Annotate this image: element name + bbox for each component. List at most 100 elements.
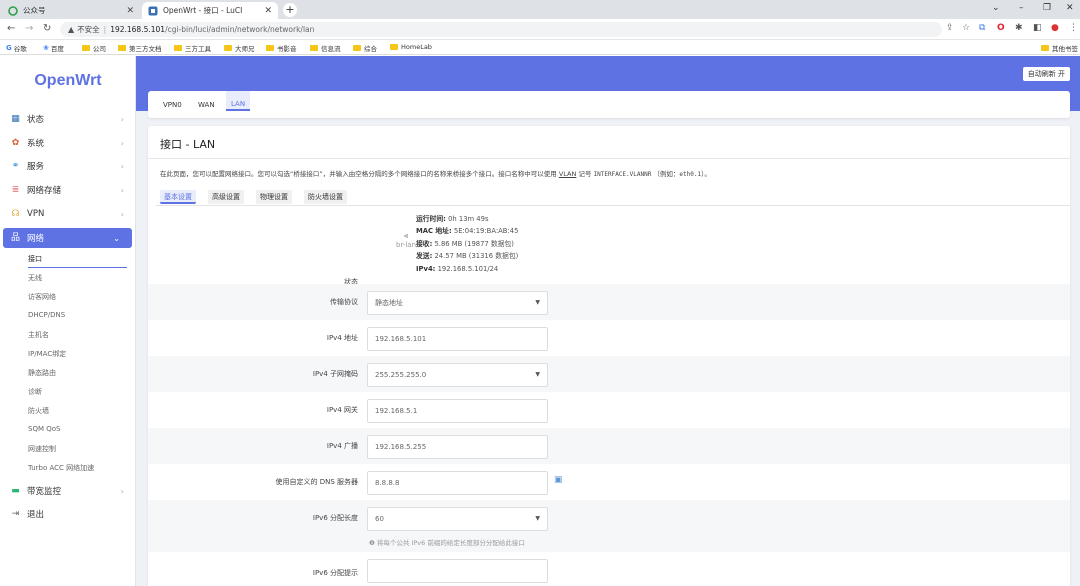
wechat-icon (8, 5, 18, 16)
openwrt-icon (148, 6, 158, 15)
minimize-icon[interactable]: – (1019, 3, 1024, 13)
sidebar-subitem-guest[interactable]: 访客网络 (28, 292, 56, 302)
sidebar-subitem-sqm[interactable]: SQM QoS (28, 425, 60, 433)
protocol-select[interactable]: 静态地址 ▼ (367, 291, 548, 315)
menu-icon[interactable]: ⋮ (1069, 23, 1078, 33)
sidebar-subitem-speedlimit[interactable]: 网速控制 (28, 444, 56, 454)
field-row-broadcast: IPv4 广播 192.168.5.255 (148, 428, 1070, 464)
sidebar-subitem-turboacc[interactable]: Turbo ACC 网络加速 (28, 463, 94, 473)
sidebar-subitem-ipmac[interactable]: IP/MAC绑定 (28, 349, 66, 359)
logo[interactable]: OpenWrt (0, 72, 136, 90)
sidebar-subitem-interfaces[interactable]: 接口 (28, 254, 42, 264)
browser-tab-openwrt[interactable]: OpenWrt - 接口 - LuCI ✕ (142, 2, 278, 19)
sidebar-item-system[interactable]: ✿ 系统 › (0, 133, 136, 153)
sidebar-subitem-hostnames[interactable]: 主机名 (28, 330, 49, 340)
back-icon[interactable]: ← (7, 23, 15, 34)
reload-icon[interactable]: ↻ (43, 23, 51, 34)
close-icon[interactable]: ✕ (126, 6, 134, 16)
sidebar-item-vpn[interactable]: ☊ VPN › (0, 204, 136, 224)
bookmark-folder[interactable]: 大师兄 (224, 43, 255, 53)
close-window-icon[interactable]: ✕ (1066, 3, 1074, 13)
auto-refresh-button[interactable]: 自动刷新 开 (1022, 67, 1070, 81)
url-field[interactable]: ▲ 不安全 | 192.168.5.101 /cgi-bin/luci/admi… (60, 22, 942, 37)
field-row-protocol: 传输协议 静态地址 ▼ (148, 284, 1070, 320)
field-row-ipv6-hint: IPv6 分配提示 (148, 556, 1070, 586)
broadcast-input[interactable]: 192.168.5.255 (367, 435, 548, 459)
sidebar-item-logout[interactable]: ⇥ 退出 (0, 504, 136, 524)
bookmark-google[interactable]: G 谷歌 (6, 43, 27, 53)
ipv4-value: 192.168.5.101/24 (437, 264, 499, 273)
ipv6-assign-select[interactable]: 60 ▼ (367, 507, 548, 531)
tab-advanced[interactable]: 高级设置 (208, 190, 244, 204)
caret-down-icon: ▼ (535, 299, 540, 306)
new-tab-button[interactable]: + (283, 3, 297, 17)
browser-tabstrip: 公众号 ✕ OpenWrt - 接口 - LuCI ✕ + ⌄ – ❐ ✕ (0, 0, 1080, 19)
sidepanel-icon[interactable]: ◧ (1033, 23, 1042, 33)
sidebar-item-services[interactable]: ⚭ 服务 › (0, 156, 136, 176)
bookmark-folder[interactable]: 公司 (82, 43, 106, 53)
field-row-ipv4-address: IPv4 地址 192.168.5.101 (148, 320, 1070, 356)
bookmark-label: 信息流 (321, 45, 341, 53)
bookmark-folder[interactable]: 书影音 (266, 43, 297, 53)
restore-icon[interactable]: ❐ (1043, 3, 1051, 13)
bandwidth-icon: ▬ (11, 485, 20, 496)
dns-input[interactable]: 8.8.8.8 (367, 471, 548, 495)
uptime-label: 运行时间: (416, 215, 446, 223)
bookmark-label: 大师兄 (235, 45, 255, 53)
mac-value: 5E:04:19:BA:AB:45 (453, 227, 519, 236)
folder-icon (390, 44, 398, 50)
chevron-right-icon: › (120, 185, 124, 195)
sidebar-subitem-firewall[interactable]: 防火墙 (28, 406, 49, 416)
chevron-down-icon: ⌄ (113, 233, 120, 243)
chevron-right-icon: › (120, 138, 124, 148)
browser-tab-wechat[interactable]: 公众号 ✕ (2, 2, 140, 19)
extensions-icon[interactable]: ✱ (1015, 23, 1023, 33)
folder-icon (353, 45, 361, 51)
sidebar-item-bandwidth[interactable]: ▬ 带宽监控 › (0, 481, 136, 501)
field-value: 静态地址 (375, 299, 403, 307)
sidebar-subitem-dhcp[interactable]: DHCP/DNS (28, 311, 65, 319)
bookmark-folder[interactable]: 信息流 (310, 43, 341, 53)
device-name: br-lan (395, 241, 417, 249)
bookmark-folder[interactable]: HomeLab (390, 43, 432, 51)
tab-physical[interactable]: 物理设置 (256, 190, 292, 204)
gateway-input[interactable]: 192.168.5.1 (367, 399, 548, 423)
ipv6-hint-input[interactable] (367, 559, 548, 583)
opera-icon[interactable]: O (997, 23, 1005, 33)
tab-vpn0[interactable]: VPN0 (163, 101, 182, 109)
tab-firewall[interactable]: 防火墙设置 (304, 190, 347, 204)
sidebar-subitem-wireless[interactable]: 无线 (28, 273, 42, 283)
sidebar-item-network[interactable]: 品 网络 ⌄ (3, 228, 132, 248)
ipv6-hint: ❷ 将每个公共 IPv6 前缀的给定长度部分分配给此接口 (369, 539, 525, 547)
sidebar-subitem-routes[interactable]: 静态路由 (28, 368, 56, 378)
rx-label: 接收: (416, 239, 433, 248)
main-card: 接口 - LAN 在此页面，您可以配置网络接口。您可以勾选“桥接接口”，并输入由… (148, 126, 1070, 586)
ipv4-address-input[interactable]: 192.168.5.101 (367, 327, 548, 351)
sidebar-item-label: 服务 (27, 162, 45, 172)
bookmark-folder[interactable]: 综合 (353, 43, 377, 53)
sidebar-item-status[interactable]: ▦ 状态 › (0, 109, 136, 129)
share-icon[interactable]: ⇪ (946, 23, 954, 33)
add-dns-icon[interactable]: ▣ (554, 475, 563, 485)
tab-wan[interactable]: WAN (198, 101, 215, 109)
sidebar-item-label: 网络存储 (27, 186, 62, 196)
star-icon[interactable]: ☆ (962, 23, 970, 33)
netmask-select[interactable]: 255.255.255.0 ▼ (367, 363, 548, 387)
bookmark-folder[interactable]: 第三方文档 (118, 43, 162, 53)
status-mac: MAC 地址: 5E:04:19:BA:AB:45 (416, 225, 518, 237)
close-icon[interactable]: ✕ (264, 6, 272, 16)
sidebar-item-storage[interactable]: ≣ 网络存储 › (0, 180, 136, 200)
profile-icon[interactable]: ● (1051, 23, 1059, 33)
desc-text: ）。 (701, 170, 711, 178)
bookmark-folder[interactable]: 三方工具 (174, 43, 211, 53)
chevron-down-icon[interactable]: ⌄ (992, 3, 1000, 13)
tab-basic[interactable]: 基本设置 (160, 190, 196, 204)
tab-lan[interactable]: LAN (226, 91, 251, 111)
sidebar-item-label: VPN (27, 209, 45, 219)
bookmark-other[interactable]: 其他书签 (1041, 43, 1078, 53)
forward-icon[interactable]: → (25, 23, 33, 34)
sidebar-subitem-diagnostics[interactable]: 诊断 (28, 387, 42, 397)
bookmark-baidu[interactable]: ❀ 百度 (43, 43, 64, 53)
sidebar-item-label: 系统 (27, 139, 45, 149)
translate-icon[interactable]: ⧉ (979, 23, 985, 33)
